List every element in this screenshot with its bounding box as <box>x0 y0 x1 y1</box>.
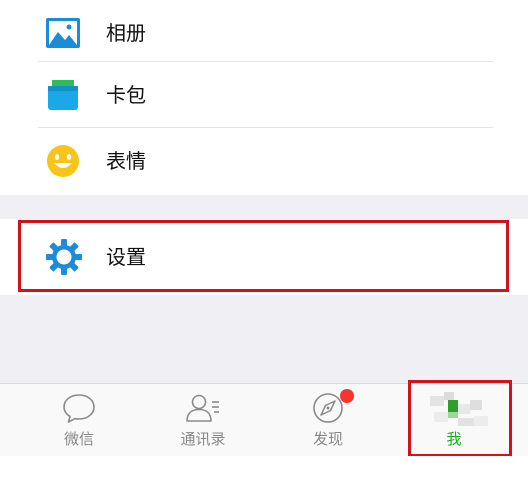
contacts-icon <box>185 392 221 424</box>
menu-item-album[interactable]: 相册 <box>0 0 528 66</box>
menu-item-card-wallet[interactable]: 卡包 <box>0 62 528 128</box>
bottom-margin <box>0 456 528 482</box>
tab-label: 微信 <box>63 430 94 448</box>
emoji-icon <box>44 142 82 180</box>
tab-label: 通讯录 <box>180 430 226 448</box>
menu-item-label: 表情 <box>106 149 146 173</box>
section-gap <box>0 195 528 219</box>
settings-highlight-box <box>18 220 509 292</box>
tab-discover[interactable]: 发现 <box>278 384 378 456</box>
chat-bubble-icon <box>61 392 97 424</box>
menu-group: 相册 卡包 表情 <box>0 0 528 195</box>
menu-item-label: 卡包 <box>106 83 146 107</box>
tab-contacts[interactable]: 通讯录 <box>153 384 253 456</box>
menu-item-label: 相册 <box>106 21 146 45</box>
card-wallet-icon <box>44 76 82 114</box>
empty-area <box>0 295 528 383</box>
me-tab-highlight-box <box>408 380 512 457</box>
menu-item-emoji[interactable]: 表情 <box>0 128 528 194</box>
tab-chats[interactable]: 微信 <box>29 384 129 456</box>
notification-badge <box>340 389 354 403</box>
photo-album-icon <box>44 14 82 52</box>
tab-label: 发现 <box>312 430 343 448</box>
